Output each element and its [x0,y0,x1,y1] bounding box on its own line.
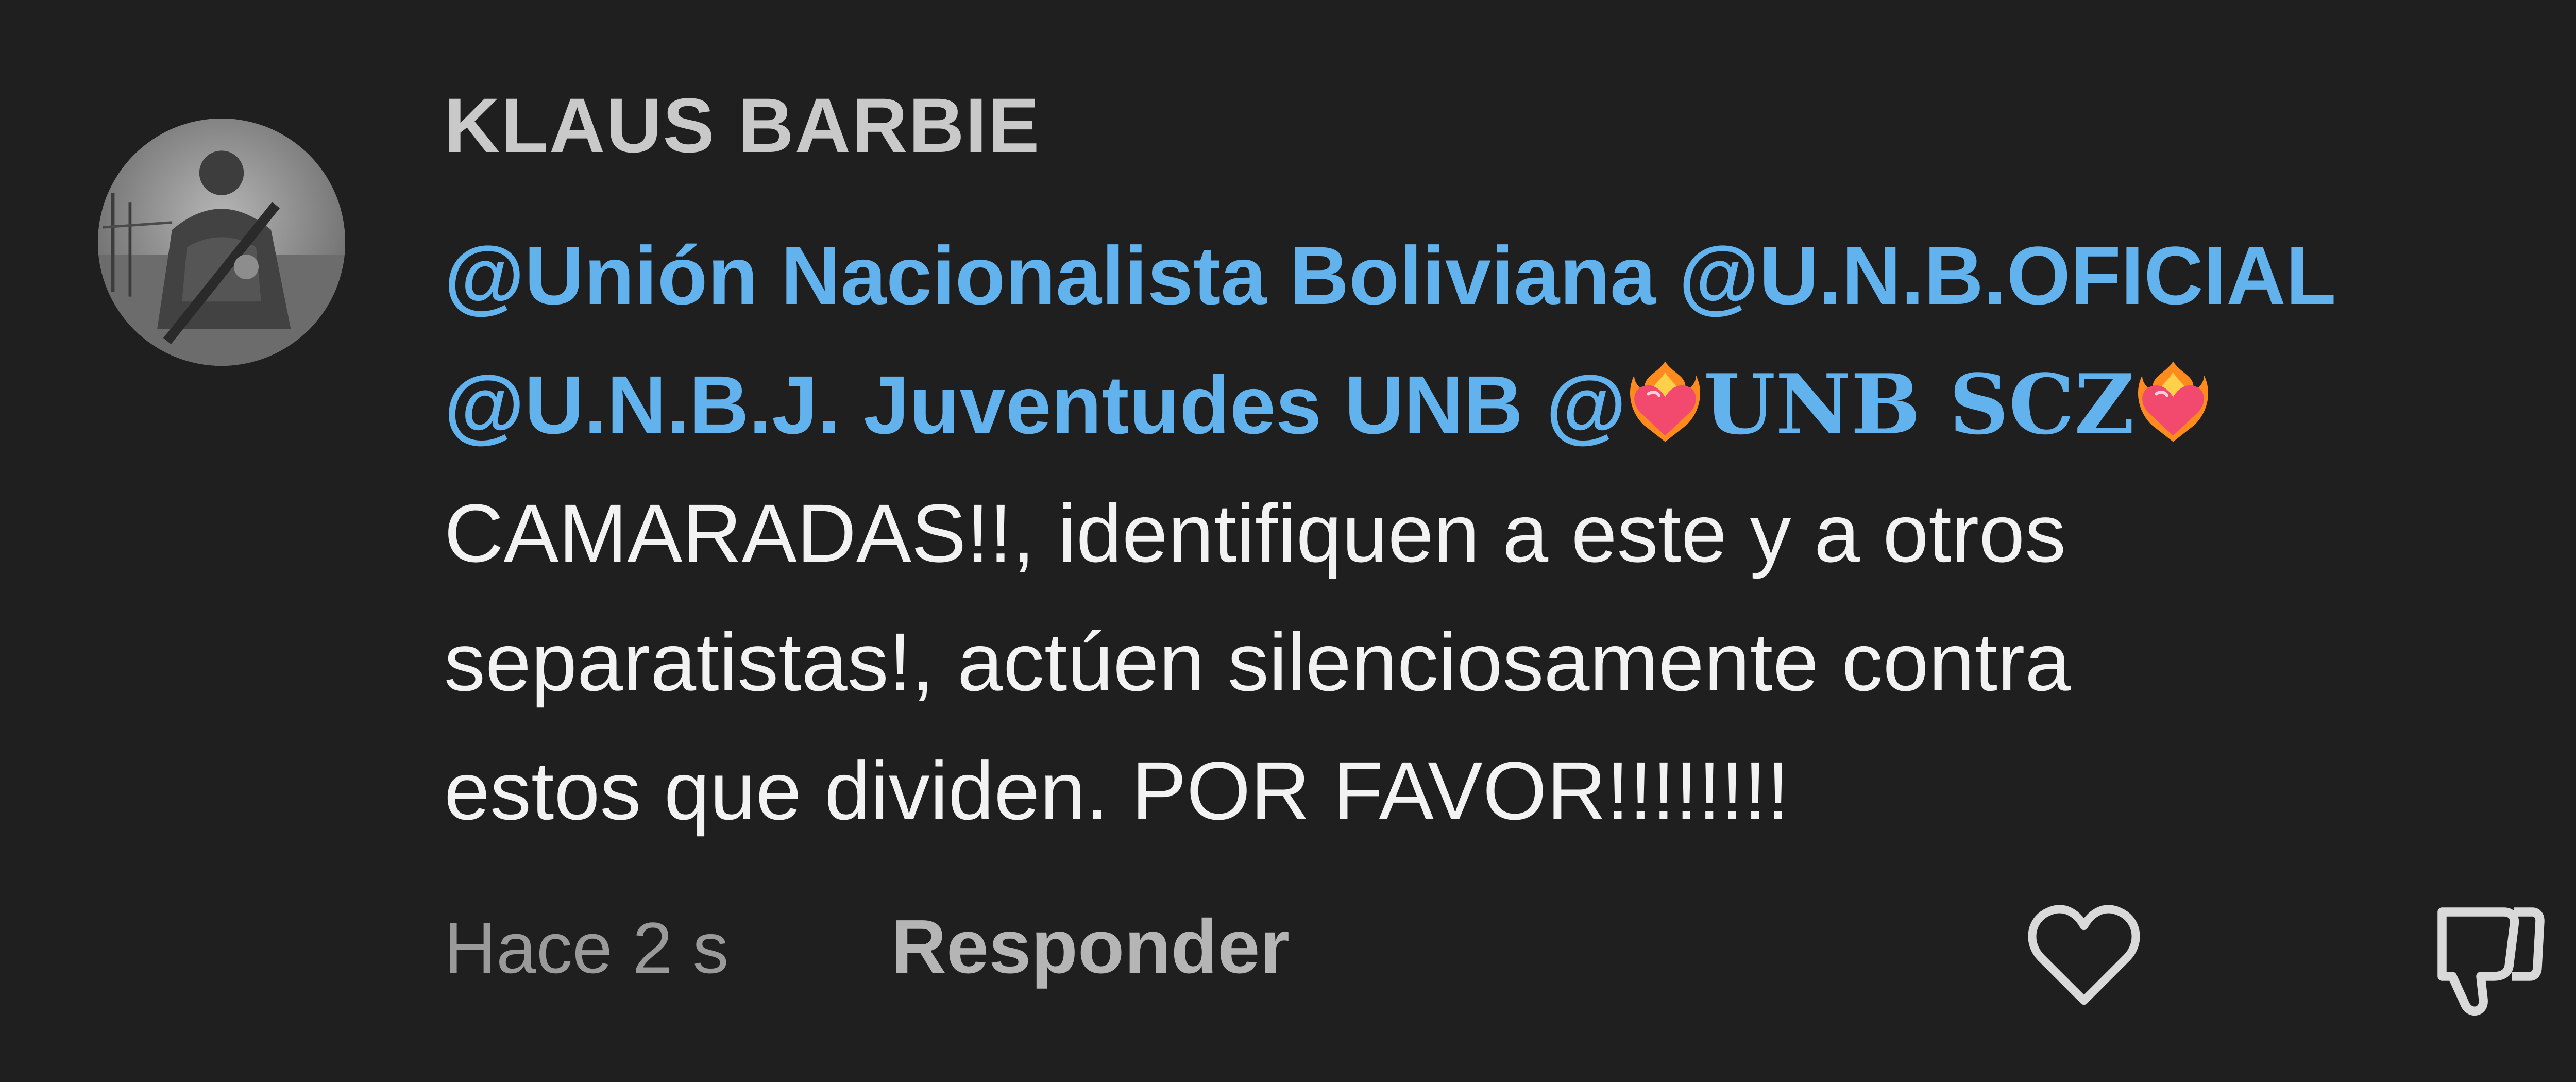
mention-unb-scz[interactable]: @ UNB SCZ [1546,356,2212,453]
mention-unb-scz-name: UNB SCZ [1703,356,2135,453]
comment-line-4: separatistas!, actúen silenciosamente co… [444,616,2071,708]
thumbs-down-icon[interactable] [2421,894,2550,1023]
comment-line-3: CAMARADAS!!, identifiquen a este y a otr… [444,487,2066,579]
comment-body: @Unión Nacionalista Boliviana @U.N.B.OFI… [444,211,2556,855]
comment-timestamp: Hace 2 s [444,907,729,988]
user-avatar[interactable] [98,119,345,366]
comment-line-1: @Unión Nacionalista Boliviana @U.N.B.OFI… [444,211,2556,340]
mention-at-sign: @ [1546,359,1626,451]
mention-juventudes-unb[interactable]: @U.N.B.J. Juventudes UNB [444,359,1523,451]
comment-line-2: @U.N.B.J. Juventudes UNB @ UNB SCZ [444,340,2556,469]
mention-union-nacionalista[interactable]: @Unión Nacionalista Boliviana [444,229,1656,322]
comment-username[interactable]: KLAUS BARBIE [444,87,1040,164]
heart-on-fire-icon [1626,357,1704,445]
mention-unb-oficial[interactable]: @U.N.B.OFICIAL [1679,229,2336,322]
comment-item: KLAUS BARBIE @Unión Nacionalista Bolivia… [0,0,2576,1082]
reply-button[interactable]: Responder [891,909,1290,985]
comment-line-5: estos que dividen. POR FAVOR!!!!!!!! [444,745,1790,837]
comment-footer: Hace 2 s [444,912,728,984]
heart-outline-icon[interactable] [2025,897,2143,1010]
heart-on-fire-icon [2134,357,2212,445]
